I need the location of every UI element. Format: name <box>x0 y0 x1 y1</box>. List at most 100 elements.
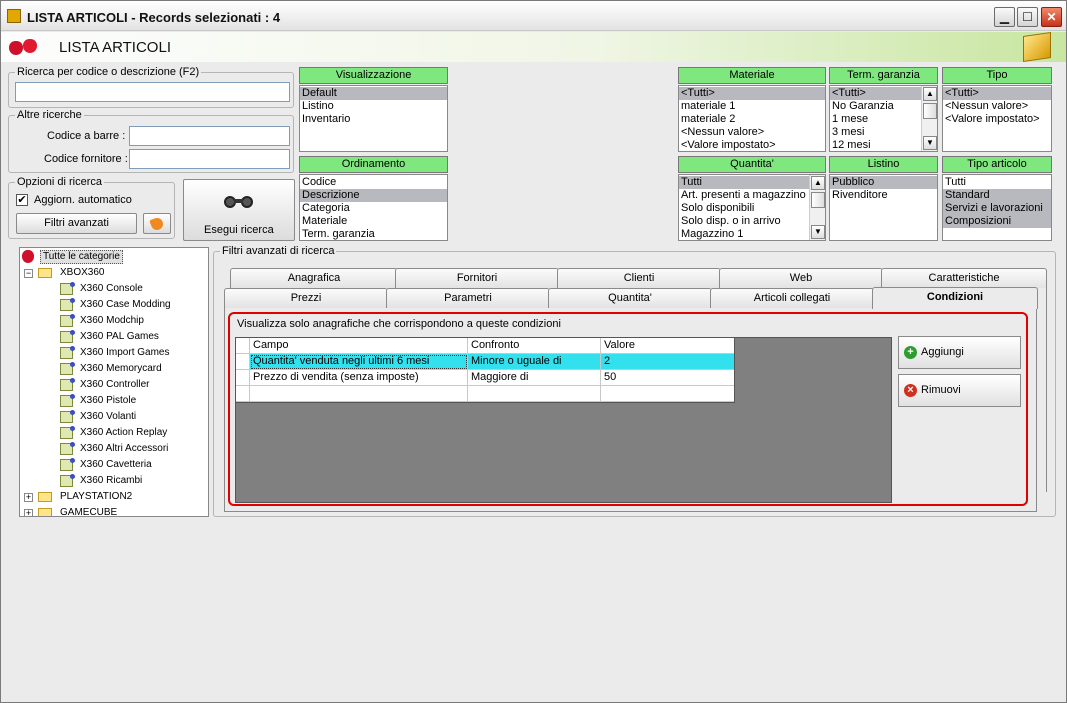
row-selector[interactable] <box>236 370 250 386</box>
list-item[interactable]: Standard <box>943 189 1051 202</box>
table-cell[interactable]: 2 <box>601 354 734 370</box>
tipo-articolo-list[interactable]: Tutti Standard Servizi e lavorazioni Com… <box>942 174 1052 241</box>
quantita-list[interactable]: Tutti Art. presenti a magazzino Solo dis… <box>678 174 826 241</box>
maximize-button[interactable]: ☐ <box>1017 7 1038 27</box>
close-button[interactable]: ✕ <box>1041 7 1062 27</box>
list-item[interactable]: Pubblico <box>830 176 937 189</box>
minimize-button[interactable]: ▁ <box>994 7 1015 27</box>
category-node-icon <box>60 426 75 439</box>
tipo-list[interactable]: <Tutti> <Nessun valore> <Valore impostat… <box>942 85 1052 152</box>
list-item[interactable]: <Nessun valore> <box>679 126 825 139</box>
row-selector[interactable] <box>236 354 250 370</box>
list-item[interactable]: Tutti <box>679 176 809 189</box>
conditions-caption: Visualizza solo anagrafiche che corrispo… <box>237 318 561 330</box>
list-item[interactable]: materiale 2 <box>679 113 825 126</box>
list-item[interactable]: Materiale <box>300 215 447 228</box>
table-cell[interactable]: Minore o uguale di <box>468 354 601 370</box>
garanzia-scrollbar[interactable]: ▲ ▼ <box>921 86 937 151</box>
list-item[interactable]: <Valore impostato> <box>943 113 1051 126</box>
list-item[interactable]: Categoria <box>300 202 447 215</box>
ordinamento-list[interactable]: Codice Descrizione Categoria Materiale T… <box>299 174 448 241</box>
list-item[interactable]: <Tutti> <box>943 87 1051 100</box>
tab-caratteristiche[interactable]: Caratteristiche <box>881 268 1047 288</box>
list-item[interactable]: <Tutti> <box>679 87 825 100</box>
column-header-confronto[interactable]: Confronto <box>468 338 601 354</box>
tab-web[interactable]: Web <box>719 268 883 288</box>
cube-logo-icon <box>1023 32 1051 62</box>
tab-parametri[interactable]: Parametri <box>386 288 550 308</box>
category-node-icon <box>60 442 75 455</box>
row-selector[interactable] <box>236 386 250 402</box>
list-item[interactable]: Tutti <box>943 176 1051 189</box>
tab-clienti[interactable]: Clienti <box>557 268 721 288</box>
garanzia-list[interactable]: <Tutti> No Garanzia 1 mese 3 mesi 12 mes… <box>829 85 938 152</box>
list-item[interactable]: materiale 1 <box>679 100 825 113</box>
list-item[interactable]: <Nessun valore> <box>943 100 1051 113</box>
page-title: LISTA ARTICOLI <box>59 39 171 56</box>
tab-articoli-collegati[interactable]: Articoli collegati <box>710 288 874 308</box>
list-item[interactable]: Codice <box>300 176 447 189</box>
materiale-list[interactable]: <Tutti> materiale 1 materiale 2 <Nessun … <box>678 85 826 152</box>
visualizzazione-list[interactable]: Default Listino Inventario <box>299 85 448 152</box>
collapse-icon[interactable]: − <box>24 269 33 278</box>
scroll-thumb[interactable] <box>923 103 937 119</box>
list-item[interactable]: Solo disp. o in arrivo <box>679 215 825 228</box>
materiale-header: Materiale <box>678 67 826 84</box>
expand-icon[interactable]: + <box>24 509 33 516</box>
tab-quantita-[interactable]: Quantita' <box>548 288 712 308</box>
pointer-hand-button[interactable] <box>143 213 171 234</box>
table-cell[interactable]: 50 <box>601 370 734 386</box>
scroll-down-icon[interactable]: ▼ <box>811 225 825 239</box>
list-item[interactable]: Composizioni <box>943 215 1051 228</box>
scroll-thumb[interactable] <box>811 192 825 208</box>
category-node-icon <box>60 314 75 327</box>
category-node-icon <box>60 330 75 343</box>
list-item[interactable]: Inventario <box>300 113 447 126</box>
list-item[interactable]: <Valore impostato> <box>679 139 825 151</box>
list-item[interactable]: Rivenditore <box>830 189 937 202</box>
tree-node-label: X360 Controller <box>80 379 150 390</box>
tab-condizioni[interactable]: Condizioni <box>872 287 1038 309</box>
list-item[interactable]: Art. presenti a magazzino <box>679 189 825 202</box>
list-item[interactable]: Solo disponibili <box>679 202 825 215</box>
category-node-icon <box>60 362 75 375</box>
scroll-up-icon[interactable]: ▲ <box>811 176 825 190</box>
conditions-grid[interactable]: Campo Confronto Valore Quantita' venduta… <box>235 337 735 403</box>
list-item[interactable]: Listino <box>300 100 447 113</box>
search-input[interactable] <box>15 82 290 102</box>
category-node-icon <box>60 298 75 311</box>
column-header-valore[interactable]: Valore <box>601 338 734 354</box>
remove-condition-button[interactable]: × Rimuovi <box>898 374 1021 407</box>
list-item[interactable]: Descrizione <box>300 189 447 202</box>
tab-anagrafica[interactable]: Anagrafica <box>230 268 398 288</box>
list-item[interactable]: Default <box>300 87 447 100</box>
execute-search-button[interactable]: Esegui ricerca <box>183 179 295 241</box>
barcode-input[interactable] <box>129 126 290 146</box>
tab-prezzi[interactable]: Prezzi <box>224 288 388 308</box>
listino-list[interactable]: Pubblico Rivenditore <box>829 174 938 241</box>
quantita-scrollbar[interactable]: ▲ ▼ <box>809 175 825 240</box>
column-header-campo[interactable]: Campo <box>250 338 468 354</box>
list-item[interactable]: Magazzino 1 <box>679 228 825 240</box>
tab-fornitori[interactable]: Fornitori <box>395 268 559 288</box>
table-cell[interactable]: Quantita' venduta negli ultimi 6 mesi <box>250 354 468 370</box>
supplier-code-input[interactable] <box>129 149 290 169</box>
plus-icon: + <box>904 346 917 359</box>
expand-icon[interactable]: + <box>24 493 33 502</box>
scroll-down-icon[interactable]: ▼ <box>923 136 937 150</box>
table-cell[interactable]: Maggiore di <box>468 370 601 386</box>
table-cell[interactable]: Prezzo di vendita (senza imposte) <box>250 370 468 386</box>
category-tree[interactable]: Tutte le categorie − XBOX360 X360 Consol… <box>19 247 209 517</box>
list-item[interactable]: <Tutti> <box>830 87 921 100</box>
list-item[interactable]: Term. garanzia <box>300 228 447 240</box>
auto-update-checkbox[interactable]: ✔ <box>16 194 28 206</box>
tree-node-label: X360 Pistole <box>80 395 137 406</box>
list-item[interactable]: Servizi e lavorazioni <box>943 202 1051 215</box>
table-cell[interactable] <box>468 386 601 402</box>
table-cell[interactable] <box>250 386 468 402</box>
scroll-up-icon[interactable]: ▲ <box>923 87 937 101</box>
table-cell[interactable] <box>601 386 734 402</box>
advanced-filters-button[interactable]: Filtri avanzati <box>16 213 137 234</box>
tree-node-label: X360 Action Replay <box>80 427 168 438</box>
add-condition-button[interactable]: + Aggiungi <box>898 336 1021 369</box>
